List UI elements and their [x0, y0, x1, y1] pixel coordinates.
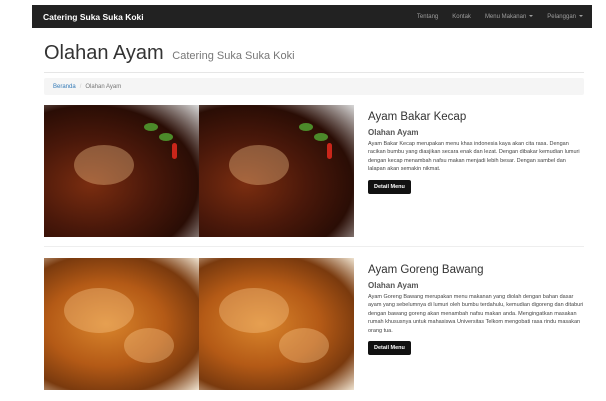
breadcrumb-current: Olahan Ayam	[85, 83, 122, 90]
page-subtitle: Catering Suka Suka Koki	[172, 50, 295, 62]
page-title-text: Olahan Ayam	[44, 42, 164, 64]
nav-dropdown-label: Pelanggan	[547, 13, 576, 20]
breadcrumb: Beranda / Olahan Ayam	[44, 78, 584, 95]
nav-link-kontak[interactable]: Kontak	[452, 14, 471, 20]
nav-dropdown-menu-makanan[interactable]: Menu Makanan	[484, 13, 534, 20]
page-title: Olahan Ayam Catering Suka Suka Koki	[44, 42, 584, 65]
food-photo-highlight	[279, 328, 329, 363]
menu-item-image[interactable]	[44, 258, 354, 390]
detail-menu-button[interactable]: Detail Menu	[368, 341, 411, 356]
food-photo-chili	[327, 143, 332, 159]
food-photo-garnish	[159, 133, 173, 141]
food-photo	[199, 258, 354, 390]
breadcrumb-home-link[interactable]: Beranda	[53, 84, 76, 90]
food-photo	[44, 105, 199, 237]
menu-item-category: Olahan Ayam	[368, 281, 419, 290]
nav-dropdown-pelanggan[interactable]: Pelanggan	[547, 14, 583, 20]
food-photo-garnish	[314, 133, 328, 141]
food-photo-highlight	[64, 288, 134, 333]
navbar-links: Tentang Kontak Menu Makanan Pelanggan	[403, 14, 583, 20]
menu-item-description: Ayam Bakar Kecap merupakan menu khas ind…	[368, 141, 580, 173]
navbar-brand[interactable]: Catering Suka Suka Koki	[43, 12, 144, 22]
nav-dropdown-label: Menu Makanan	[484, 13, 527, 20]
menu-item-title: Ayam Bakar Kecap	[368, 111, 467, 123]
food-photo-garnish	[144, 123, 158, 131]
food-photo	[199, 105, 354, 237]
menu-item-description: Ayam Goreng Bawang merupakan menu makana…	[368, 294, 584, 334]
page-header: Olahan Ayam Catering Suka Suka Koki	[44, 42, 584, 73]
food-photo-highlight	[219, 288, 289, 333]
item-divider	[44, 246, 584, 247]
caret-down-icon	[579, 14, 583, 17]
menu-item-body: Ayam Goreng Bawang Olahan Ayam Ayam Gore…	[368, 264, 584, 356]
food-photo-garnish	[299, 123, 313, 131]
menu-item-title: Ayam Goreng Bawang	[368, 264, 484, 276]
food-photo-highlight	[124, 328, 174, 363]
menu-item-body: Ayam Bakar Kecap Olahan Ayam Ayam Bakar …	[368, 111, 584, 194]
breadcrumb-separator: /	[79, 83, 82, 90]
menu-item-image[interactable]	[44, 105, 354, 237]
nav-link-tentang[interactable]: Tentang	[417, 14, 438, 20]
food-photo-chili	[172, 143, 177, 159]
menu-item-category: Olahan Ayam	[368, 128, 419, 137]
detail-menu-button[interactable]: Detail Menu	[368, 179, 411, 194]
food-photo-highlight	[229, 145, 289, 185]
caret-down-icon	[529, 14, 534, 17]
food-photo-highlight	[74, 145, 134, 185]
navbar: Catering Suka Suka Koki Tentang Kontak M…	[32, 5, 592, 28]
food-photo	[44, 258, 199, 390]
